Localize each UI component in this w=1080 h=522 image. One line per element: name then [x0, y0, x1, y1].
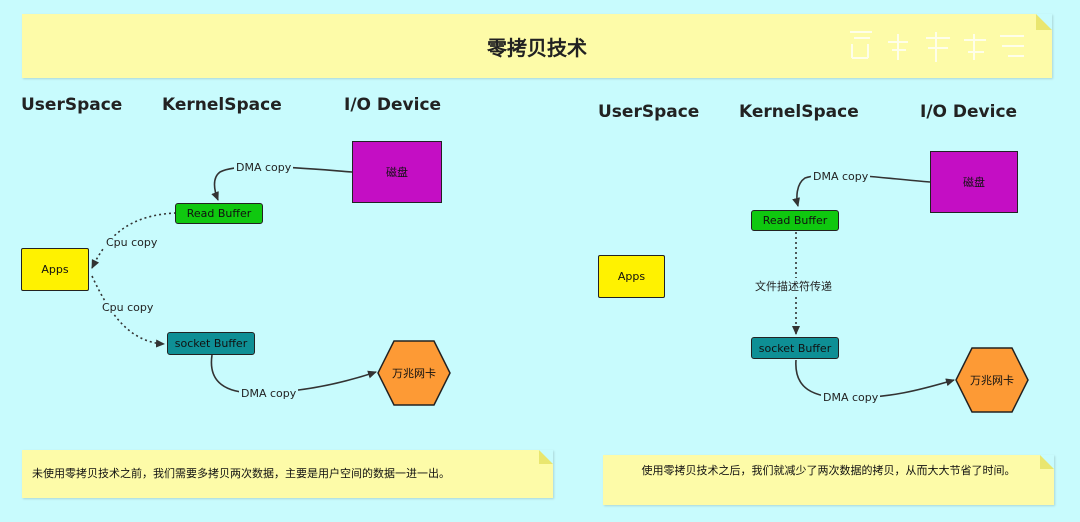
left-edge-label-cpu-2: Cpu copy: [100, 301, 156, 314]
left-apps-node: Apps: [21, 248, 89, 291]
left-disk-label: 磁盘: [386, 166, 408, 179]
left-edge-label-dma-in: DMA copy: [234, 161, 294, 174]
right-read-buffer-label: Read Buffer: [762, 214, 828, 227]
left-socket-buffer-label: socket Buffer: [174, 337, 248, 350]
left-header-kernelspace: KernelSpace: [162, 95, 282, 115]
right-header-userspace: UserSpace: [598, 102, 700, 122]
right-nic-label: 万兆网卡: [970, 374, 1014, 387]
right-note-text: 使用零拷贝技术之后，我们就减少了两次数据的拷贝，从而大大节省了时间。: [641, 464, 1016, 477]
left-edge-label-cpu-1: Cpu copy: [104, 236, 160, 249]
left-socket-buffer-node: socket Buffer: [167, 332, 255, 355]
left-read-buffer-label: Read Buffer: [186, 207, 252, 220]
right-header-io-device: I/O Device: [920, 102, 1018, 122]
right-disk-node: 磁盘: [930, 151, 1018, 213]
left-note-text: 未使用零拷贝技术之前，我们需要多拷贝两次数据，主要是用户空间的数据一进一出。: [32, 467, 450, 480]
left-header-io-device: I/O Device: [344, 95, 442, 115]
right-socket-buffer-node: socket Buffer: [751, 337, 839, 359]
right-read-buffer-node: Read Buffer: [751, 210, 839, 231]
right-apps-label: Apps: [617, 270, 646, 283]
left-disk-node: 磁盘: [352, 141, 442, 203]
left-header-userspace: UserSpace: [21, 95, 123, 115]
left-note-fold: [539, 450, 553, 464]
right-edge-label-dma-in: DMA copy: [811, 170, 871, 183]
left-nic-node: 万兆网卡: [377, 340, 451, 406]
diagram-edges: [91, 165, 955, 399]
left-read-buffer-node: Read Buffer: [175, 203, 263, 224]
left-apps-label: Apps: [41, 263, 69, 276]
right-socket-buffer-label: socket Buffer: [758, 341, 832, 355]
right-disk-label: 磁盘: [963, 176, 985, 189]
right-apps-node: Apps: [598, 255, 665, 298]
right-edge-label-fd-pass: 文件描述符传递: [753, 278, 834, 294]
right-note-fold: [1040, 455, 1054, 469]
right-header-kernelspace: KernelSpace: [739, 102, 859, 122]
right-edge-label-dma-out: DMA copy: [821, 391, 881, 404]
right-nic-node: 万兆网卡: [955, 347, 1029, 413]
left-edge-label-dma-out: DMA copy: [239, 387, 299, 400]
left-note: 未使用零拷贝技术之前，我们需要多拷贝两次数据，主要是用户空间的数据一进一出。: [22, 450, 553, 498]
right-note: 使用零拷贝技术之后，我们就减少了两次数据的拷贝，从而大大节省了时间。: [603, 455, 1054, 505]
left-nic-label: 万兆网卡: [392, 367, 436, 380]
